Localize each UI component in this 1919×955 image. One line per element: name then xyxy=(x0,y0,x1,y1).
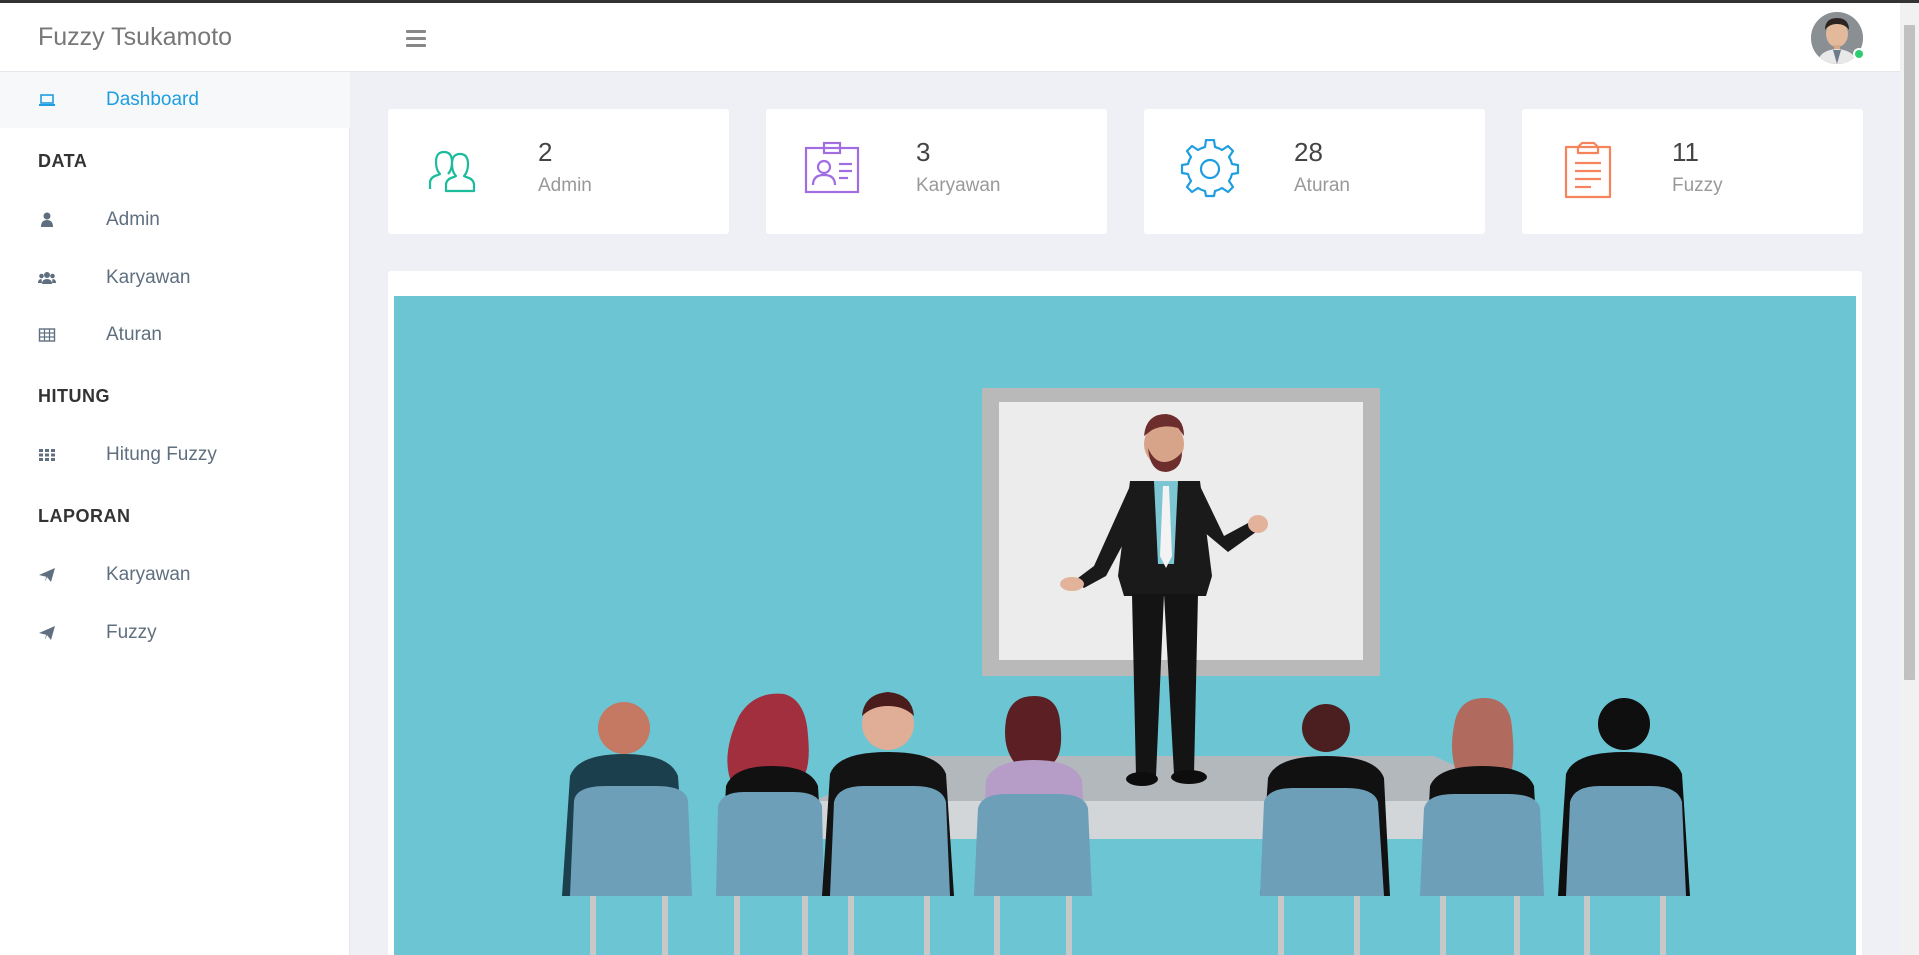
section-heading-laporan: LAPORAN xyxy=(38,506,131,526)
sidebar-item-hitung-fuzzy[interactable]: Hitung Fuzzy xyxy=(0,427,350,483)
sidebar-item-label: Karyawan xyxy=(106,564,191,585)
page-scrollbar[interactable] xyxy=(1900,3,1919,955)
online-status-indicator xyxy=(1853,48,1865,60)
sidebar-item-label: Dashboard xyxy=(106,89,199,110)
presentation-illustration xyxy=(394,296,1856,955)
stat-label: Fuzzy xyxy=(1672,175,1723,196)
sidebar-item-label: Hitung Fuzzy xyxy=(106,444,217,465)
sidebar-item-laporan-fuzzy[interactable]: Fuzzy xyxy=(0,605,350,661)
grid-icon xyxy=(39,449,55,461)
content-panel xyxy=(388,271,1862,955)
gear-icon xyxy=(1180,139,1240,198)
sidebar-item-karyawan[interactable]: Karyawan xyxy=(0,250,350,306)
table-icon xyxy=(38,328,56,342)
hamburger-icon[interactable] xyxy=(406,30,426,47)
sidebar-item-label: Admin xyxy=(106,209,160,230)
stat-label: Aturan xyxy=(1294,175,1350,196)
sidebar-item-aturan[interactable]: Aturan xyxy=(0,307,350,363)
user-icon xyxy=(41,212,53,227)
stat-label: Karyawan xyxy=(916,175,1001,196)
section-heading-hitung: HITUNG xyxy=(38,386,110,406)
clipboard-icon xyxy=(1564,141,1612,199)
stat-card-aturan[interactable]: 28 Aturan xyxy=(1144,109,1485,234)
users-outline-icon xyxy=(428,150,476,193)
sidebar-item-label: Aturan xyxy=(106,324,162,345)
top-navbar: Fuzzy Tsukamoto xyxy=(0,3,1900,72)
sidebar-item-label: Karyawan xyxy=(106,267,191,288)
stat-card-karyawan[interactable]: 3 Karyawan xyxy=(766,109,1107,234)
sidebar-item-dashboard[interactable]: Dashboard xyxy=(0,72,350,128)
laptop-icon xyxy=(39,94,55,106)
sidebar-item-laporan-karyawan[interactable]: Karyawan xyxy=(0,547,350,603)
stat-label: Admin xyxy=(538,175,592,196)
section-heading-data: DATA xyxy=(38,151,88,171)
sidebar-item-admin[interactable]: Admin xyxy=(0,192,350,248)
stat-card-admin[interactable]: 2 Admin xyxy=(388,109,729,234)
paper-plane-icon xyxy=(39,626,55,640)
stat-value: 2 xyxy=(538,137,553,167)
brand-title[interactable]: Fuzzy Tsukamoto xyxy=(38,3,232,72)
sidebar: Dashboard DATA Admin Karyawan Aturan HIT… xyxy=(0,72,350,955)
sidebar-item-label: Fuzzy xyxy=(106,622,157,643)
stat-value: 11 xyxy=(1672,137,1699,167)
scrollbar-thumb[interactable] xyxy=(1904,25,1915,680)
stat-value: 28 xyxy=(1294,137,1323,167)
users-icon xyxy=(38,272,56,284)
stat-value: 3 xyxy=(916,137,931,167)
stat-card-fuzzy[interactable]: 11 Fuzzy xyxy=(1522,109,1863,234)
id-card-icon xyxy=(804,141,860,194)
paper-plane-icon xyxy=(39,568,55,582)
